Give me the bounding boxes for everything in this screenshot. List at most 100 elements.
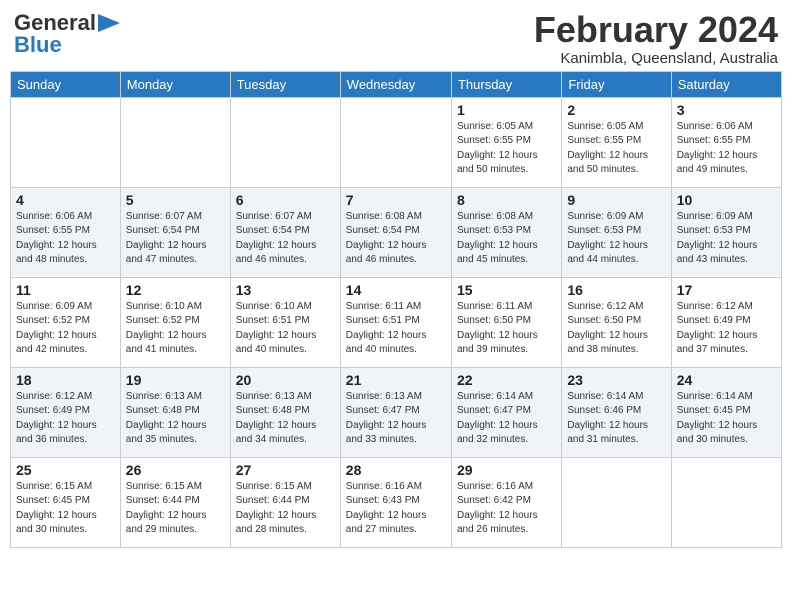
day-number: 25 xyxy=(16,462,115,478)
day-number: 4 xyxy=(16,192,115,208)
calendar-cell: 8 Sunrise: 6:08 AM Sunset: 6:53 PM Daylig… xyxy=(451,187,561,277)
day-number: 16 xyxy=(567,282,665,298)
day-number: 23 xyxy=(567,372,665,388)
day-number: 15 xyxy=(457,282,556,298)
day-number: 22 xyxy=(457,372,556,388)
day-number: 18 xyxy=(16,372,115,388)
day-number: 26 xyxy=(126,462,225,478)
calendar-cell: 15 Sunrise: 6:11 AM Sunset: 6:50 PM Dayli… xyxy=(451,277,561,367)
calendar-cell: 26 Sunrise: 6:15 AM Sunset: 6:44 PM Dayli… xyxy=(120,457,230,547)
day-info: Sunrise: 6:12 AM Sunset: 6:49 PM Dayligh… xyxy=(16,390,115,448)
day-info: Sunrise: 6:09 AM Sunset: 6:53 PM Dayligh… xyxy=(567,210,665,268)
day-info: Sunrise: 6:12 AM Sunset: 6:49 PM Dayligh… xyxy=(677,300,776,358)
calendar-cell: 11 Sunrise: 6:09 AM Sunset: 6:52 PM Dayli… xyxy=(11,277,121,367)
calendar-cell: 10Sunrise: 6:09 AM Sunset: 6:53 PM Dayli… xyxy=(671,187,781,277)
calendar-cell: 23 Sunrise: 6:14 AM Sunset: 6:46 PM Dayli… xyxy=(562,367,671,457)
day-of-week-header: Saturday xyxy=(671,71,781,97)
day-number: 17 xyxy=(677,282,776,298)
calendar-cell: 2 Sunrise: 6:05 AM Sunset: 6:55 PM Daylig… xyxy=(562,97,671,187)
calendar-cell xyxy=(11,97,121,187)
day-info: Sunrise: 6:13 AM Sunset: 6:48 PM Dayligh… xyxy=(126,390,225,448)
day-of-week-header: Tuesday xyxy=(230,71,340,97)
page-header: General Blue February 2024 Kanimbla, Que… xyxy=(10,10,782,67)
day-info: Sunrise: 6:15 AM Sunset: 6:44 PM Dayligh… xyxy=(236,480,335,538)
calendar-cell: 13 Sunrise: 6:10 AM Sunset: 6:51 PM Dayli… xyxy=(230,277,340,367)
day-number: 11 xyxy=(16,282,115,298)
day-info: Sunrise: 6:13 AM Sunset: 6:47 PM Dayligh… xyxy=(346,390,446,448)
calendar-cell xyxy=(671,457,781,547)
location: Kanimbla, Queensland, Australia xyxy=(534,50,778,67)
calendar-cell: 16 Sunrise: 6:12 AM Sunset: 6:50 PM Dayli… xyxy=(562,277,671,367)
calendar-body: 1 Sunrise: 6:05 AM Sunset: 6:55 PM Daylig… xyxy=(11,97,782,547)
calendar-cell: 1 Sunrise: 6:05 AM Sunset: 6:55 PM Daylig… xyxy=(451,97,561,187)
day-info: Sunrise: 6:09 AM Sunset: 6:53 PM Dayligh… xyxy=(677,210,776,268)
logo-arrow-icon xyxy=(98,14,120,32)
day-info: Sunrise: 6:14 AM Sunset: 6:45 PM Dayligh… xyxy=(677,390,776,448)
day-number: 14 xyxy=(346,282,446,298)
day-of-week-header: Friday xyxy=(562,71,671,97)
calendar-cell: 25Sunrise: 6:15 AM Sunset: 6:45 PM Dayli… xyxy=(11,457,121,547)
calendar-cell: 18 Sunrise: 6:12 AM Sunset: 6:49 PM Dayli… xyxy=(11,367,121,457)
calendar-week-row: 25Sunrise: 6:15 AM Sunset: 6:45 PM Dayli… xyxy=(11,457,782,547)
day-of-week-header: Sunday xyxy=(11,71,121,97)
day-number: 28 xyxy=(346,462,446,478)
day-info: Sunrise: 6:10 AM Sunset: 6:52 PM Dayligh… xyxy=(126,300,225,358)
day-info: Sunrise: 6:10 AM Sunset: 6:51 PM Dayligh… xyxy=(236,300,335,358)
logo: General Blue xyxy=(14,10,120,58)
day-number: 19 xyxy=(126,372,225,388)
day-info: Sunrise: 6:15 AM Sunset: 6:44 PM Dayligh… xyxy=(126,480,225,538)
day-number: 13 xyxy=(236,282,335,298)
day-number: 12 xyxy=(126,282,225,298)
day-info: Sunrise: 6:16 AM Sunset: 6:42 PM Dayligh… xyxy=(457,480,556,538)
day-number: 7 xyxy=(346,192,446,208)
day-info: Sunrise: 6:13 AM Sunset: 6:48 PM Dayligh… xyxy=(236,390,335,448)
calendar-week-row: 18 Sunrise: 6:12 AM Sunset: 6:49 PM Dayli… xyxy=(11,367,782,457)
day-info: Sunrise: 6:11 AM Sunset: 6:50 PM Dayligh… xyxy=(457,300,556,358)
day-of-week-header: Thursday xyxy=(451,71,561,97)
day-number: 29 xyxy=(457,462,556,478)
calendar-cell xyxy=(562,457,671,547)
day-number: 1 xyxy=(457,102,556,118)
calendar-cell: 6 Sunrise: 6:07 AM Sunset: 6:54 PM Daylig… xyxy=(230,187,340,277)
calendar-cell: 19 Sunrise: 6:13 AM Sunset: 6:48 PM Dayli… xyxy=(120,367,230,457)
day-number: 21 xyxy=(346,372,446,388)
calendar-cell: 5Sunrise: 6:07 AM Sunset: 6:54 PM Daylig… xyxy=(120,187,230,277)
calendar-header-row: SundayMondayTuesdayWednesdayThursdayFrid… xyxy=(11,71,782,97)
calendar-cell: 28 Sunrise: 6:16 AM Sunset: 6:43 PM Dayli… xyxy=(340,457,451,547)
calendar-cell: 21 Sunrise: 6:13 AM Sunset: 6:47 PM Dayli… xyxy=(340,367,451,457)
calendar-cell: 9 Sunrise: 6:09 AM Sunset: 6:53 PM Daylig… xyxy=(562,187,671,277)
calendar-cell: 29 Sunrise: 6:16 AM Sunset: 6:42 PM Dayli… xyxy=(451,457,561,547)
day-info: Sunrise: 6:08 AM Sunset: 6:53 PM Dayligh… xyxy=(457,210,556,268)
day-info: Sunrise: 6:06 AM Sunset: 6:55 PM Dayligh… xyxy=(677,120,776,178)
day-info: Sunrise: 6:05 AM Sunset: 6:55 PM Dayligh… xyxy=(567,120,665,178)
calendar-week-row: 4Sunrise: 6:06 AM Sunset: 6:55 PM Daylig… xyxy=(11,187,782,277)
day-info: Sunrise: 6:07 AM Sunset: 6:54 PM Dayligh… xyxy=(126,210,225,268)
calendar-cell: 4Sunrise: 6:06 AM Sunset: 6:55 PM Daylig… xyxy=(11,187,121,277)
calendar-cell: 27 Sunrise: 6:15 AM Sunset: 6:44 PM Dayli… xyxy=(230,457,340,547)
calendar-cell: 17 Sunrise: 6:12 AM Sunset: 6:49 PM Dayli… xyxy=(671,277,781,367)
day-info: Sunrise: 6:14 AM Sunset: 6:46 PM Dayligh… xyxy=(567,390,665,448)
day-number: 20 xyxy=(236,372,335,388)
day-info: Sunrise: 6:07 AM Sunset: 6:54 PM Dayligh… xyxy=(236,210,335,268)
calendar-cell xyxy=(230,97,340,187)
calendar-cell: 12 Sunrise: 6:10 AM Sunset: 6:52 PM Dayli… xyxy=(120,277,230,367)
day-info: Sunrise: 6:16 AM Sunset: 6:43 PM Dayligh… xyxy=(346,480,446,538)
day-number: 6 xyxy=(236,192,335,208)
title-section: February 2024 Kanimbla, Queensland, Aust… xyxy=(534,10,778,67)
calendar-cell xyxy=(120,97,230,187)
day-of-week-header: Monday xyxy=(120,71,230,97)
day-number: 2 xyxy=(567,102,665,118)
day-number: 27 xyxy=(236,462,335,478)
month-title: February 2024 xyxy=(534,10,778,50)
day-info: Sunrise: 6:05 AM Sunset: 6:55 PM Dayligh… xyxy=(457,120,556,178)
calendar-week-row: 1 Sunrise: 6:05 AM Sunset: 6:55 PM Daylig… xyxy=(11,97,782,187)
day-of-week-header: Wednesday xyxy=(340,71,451,97)
day-number: 8 xyxy=(457,192,556,208)
day-info: Sunrise: 6:09 AM Sunset: 6:52 PM Dayligh… xyxy=(16,300,115,358)
day-info: Sunrise: 6:12 AM Sunset: 6:50 PM Dayligh… xyxy=(567,300,665,358)
day-info: Sunrise: 6:11 AM Sunset: 6:51 PM Dayligh… xyxy=(346,300,446,358)
calendar-cell: 20 Sunrise: 6:13 AM Sunset: 6:48 PM Dayli… xyxy=(230,367,340,457)
calendar-cell: 3Sunrise: 6:06 AM Sunset: 6:55 PM Daylig… xyxy=(671,97,781,187)
day-number: 9 xyxy=(567,192,665,208)
day-info: Sunrise: 6:08 AM Sunset: 6:54 PM Dayligh… xyxy=(346,210,446,268)
